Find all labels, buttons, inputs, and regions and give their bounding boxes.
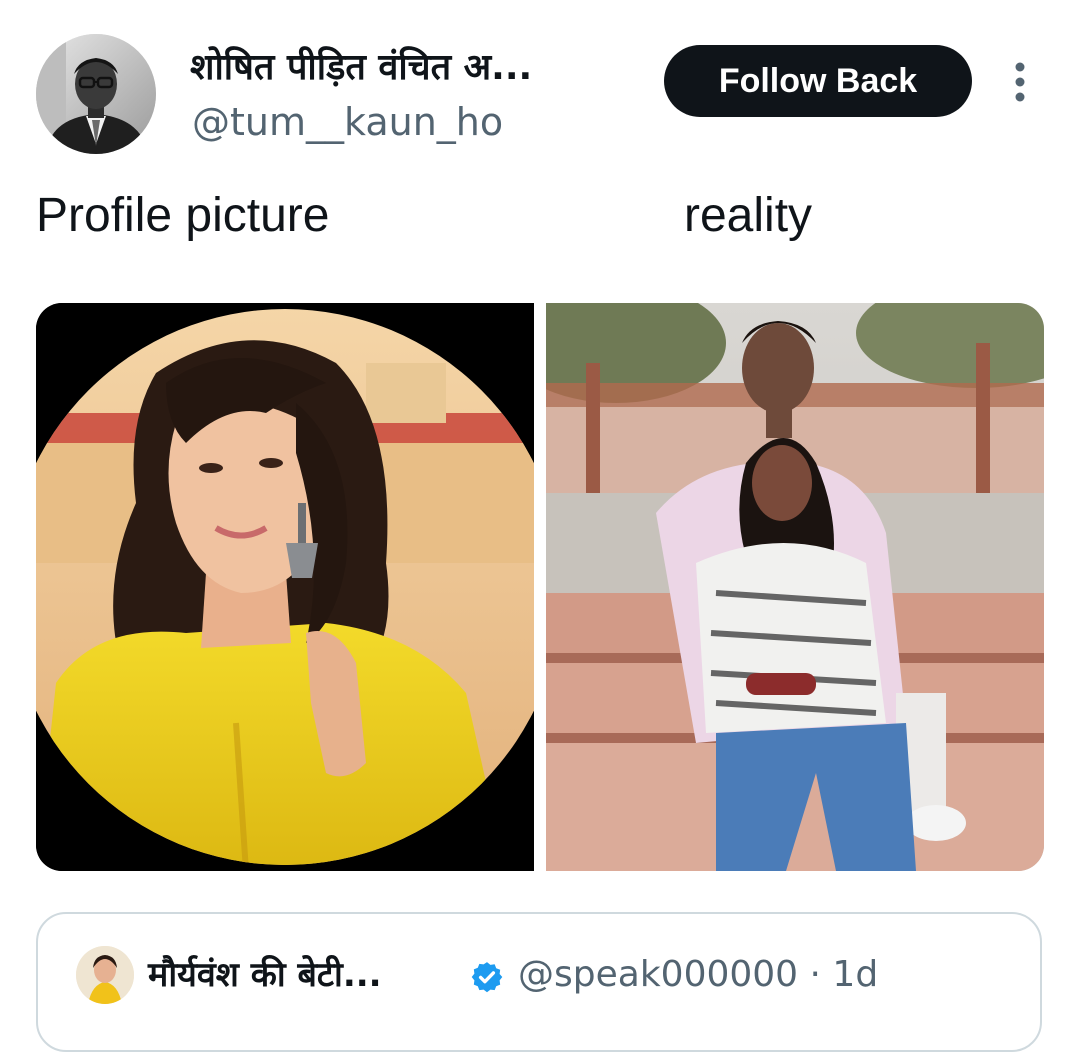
author-avatar[interactable] — [36, 34, 156, 154]
verified-badge-icon — [471, 962, 503, 993]
post-text-left: Profile picture — [36, 189, 330, 242]
quoted-author-name[interactable]: मौर्यवंश की बेटी... — [148, 952, 382, 998]
avatar-image — [36, 34, 156, 154]
author-handle[interactable]: @tum__kaun_ho — [192, 98, 503, 146]
post-image-left[interactable] — [36, 303, 534, 871]
more-options-button[interactable] — [1005, 60, 1035, 104]
more-vertical-icon — [1015, 62, 1025, 102]
quoted-post-card[interactable]: मौर्यवंश की बेटी... @speak000000 · 1d — [36, 912, 1042, 1052]
quoted-author-avatar[interactable] — [76, 946, 134, 1004]
post-text-right: reality — [684, 189, 813, 242]
profile-picture-image — [36, 303, 534, 871]
reality-photo-image — [546, 303, 1044, 871]
follow-back-button[interactable]: Follow Back — [664, 45, 972, 117]
quoted-avatar-image — [76, 946, 134, 1004]
post-image-right[interactable] — [546, 303, 1044, 871]
quoted-author-meta[interactable]: @speak000000 · 1d — [518, 952, 878, 998]
author-display-name[interactable]: शोषित पीड़ित वंचित अ... — [190, 44, 532, 92]
